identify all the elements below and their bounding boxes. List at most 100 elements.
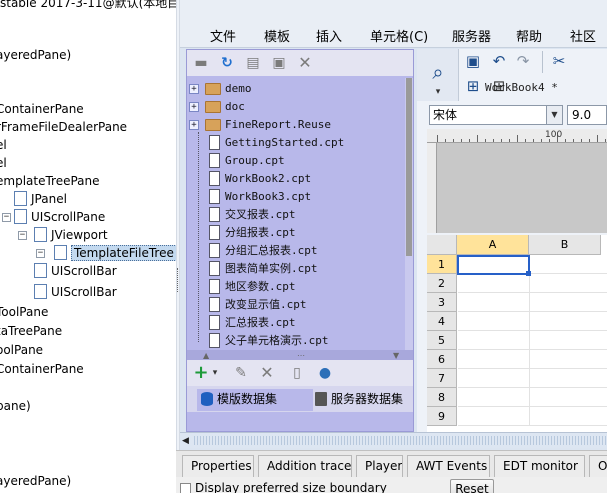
chevron-down-icon[interactable]: ▾: [429, 83, 447, 101]
grid-row[interactable]: [458, 293, 607, 312]
grid-row[interactable]: [458, 274, 607, 293]
tree-node[interactable]: el: [0, 154, 7, 172]
row-header[interactable]: 3: [427, 293, 457, 312]
menu-item[interactable]: 帮助: [516, 26, 542, 45]
tree-node[interactable]: oolPane: [0, 341, 43, 359]
selected-cell[interactable]: [457, 255, 530, 275]
document-icon[interactable]: ▤: [245, 55, 261, 71]
row-header[interactable]: 8: [427, 388, 457, 407]
file-item[interactable]: WorkBook3.cpt: [187, 188, 405, 206]
tree-node[interactable]: JViewport: [34, 226, 108, 244]
inspector-tab[interactable]: Op: [589, 455, 607, 477]
row-header[interactable]: 2: [427, 274, 457, 293]
folder-item[interactable]: + doc: [187, 98, 405, 116]
panel-divider[interactable]: ▲ ⋯ ▼: [187, 350, 413, 360]
chevron-down-icon[interactable]: ▼: [546, 106, 562, 124]
inspector-tab[interactable]: Properties: [182, 455, 254, 477]
inspector-tab[interactable]: Addition trace: [258, 455, 352, 477]
tree-node[interactable]: UIScrollBar: [34, 283, 117, 301]
tree-node[interactable]: pane): [0, 397, 31, 415]
file-item[interactable]: 地区参数.cpt: [187, 278, 405, 296]
spreadsheet-grid[interactable]: A B 123456789: [427, 235, 607, 432]
row-header[interactable]: 6: [427, 350, 457, 369]
grid-row[interactable]: [458, 388, 607, 407]
column-header-b[interactable]: B: [529, 235, 601, 255]
tree-node[interactable]: ayeredPane): [0, 472, 71, 490]
tree-node[interactable]: el: [0, 136, 7, 154]
folder-item[interactable]: + demo: [187, 80, 405, 98]
grid-row[interactable]: [458, 350, 607, 369]
collapse-down-icon[interactable]: ▼: [393, 351, 399, 360]
preferred-size-checkbox[interactable]: [180, 483, 191, 493]
inspector-tab[interactable]: Player: [356, 455, 403, 477]
cut-icon[interactable]: ✂: [550, 52, 568, 70]
collapse-icon[interactable]: −: [18, 231, 27, 240]
grid-row[interactable]: [458, 331, 607, 350]
redo-icon[interactable]: ↷: [514, 52, 532, 70]
font-size-field[interactable]: 9.0: [567, 105, 607, 125]
file-item[interactable]: 交叉报表.cpt: [187, 206, 405, 224]
grid-corner[interactable]: [427, 235, 457, 255]
tab-template-dataset[interactable]: 模版数据集: [197, 389, 313, 411]
chevron-down-icon[interactable]: ▾: [207, 365, 223, 381]
grid-row[interactable]: [458, 312, 607, 331]
component-tree[interactable]: stable 2017-3-11@默认(本地目 ayeredPane) Conta…: [0, 0, 176, 493]
file-item[interactable]: 汇总报表.cpt: [187, 314, 405, 332]
open-folder-icon[interactable]: ▬: [193, 55, 209, 71]
menu-item[interactable]: 模板: [264, 26, 290, 45]
tree-node[interactable]: ToolPane: [0, 303, 48, 321]
expand-icon[interactable]: +: [189, 120, 199, 130]
menu-item[interactable]: 服务器: [452, 26, 491, 45]
file-item[interactable]: Group.cpt: [187, 152, 405, 170]
save-icon[interactable]: ▣: [464, 52, 482, 70]
tree-node[interactable]: JPanel: [14, 190, 67, 208]
horizontal-scrollbar[interactable]: ◀: [180, 432, 607, 448]
tab-workbook[interactable]: WorkBook4 *: [485, 77, 558, 99]
scrollbar-thumb[interactable]: [406, 78, 412, 256]
row-header[interactable]: 5: [427, 331, 457, 350]
delete-icon[interactable]: ✕: [297, 55, 313, 71]
row-header[interactable]: 9: [427, 407, 457, 426]
file-item[interactable]: 分组汇总报表.cpt: [187, 242, 405, 260]
file-item[interactable]: 分组报表.cpt: [187, 224, 405, 242]
tree-node[interactable]: ayeredPane): [0, 46, 71, 64]
tree-node[interactable]: UIScrollBar: [34, 262, 117, 280]
font-name-select[interactable]: 宋体 ▼: [429, 105, 563, 125]
tree-node[interactable]: taTreePane: [0, 322, 62, 340]
edit-icon[interactable]: ✎: [233, 365, 249, 381]
collapse-up-icon[interactable]: ▲: [203, 351, 209, 360]
file-item[interactable]: GettingStarted.cpt: [187, 134, 405, 152]
fill-handle[interactable]: [526, 271, 531, 276]
folder-item[interactable]: + FineReport.Reuse: [187, 116, 405, 134]
file-item[interactable]: 改变显示值.cpt: [187, 296, 405, 314]
collapse-icon[interactable]: −: [2, 213, 11, 222]
tree-root-label[interactable]: stable 2017-3-11@默认(本地目: [0, 0, 176, 12]
database-connect-icon[interactable]: ●: [317, 365, 333, 381]
tree-node[interactable]: TemplateFileTree: [54, 244, 176, 262]
menu-item[interactable]: 文件: [210, 26, 236, 45]
file-item[interactable]: 图表简单实例.cpt: [187, 260, 405, 278]
tree-node[interactable]: ContainerPane: [0, 360, 84, 378]
inspector-tab[interactable]: AWT Events: [407, 455, 490, 477]
row-header[interactable]: 1: [427, 255, 457, 274]
column-header-a[interactable]: A: [457, 235, 529, 255]
scroll-left-icon[interactable]: ◀: [182, 436, 189, 446]
tree-node[interactable]: emplateTreePane: [0, 172, 100, 190]
menu-item[interactable]: 插入: [316, 26, 342, 45]
insert-table-icon[interactable]: ⊞: [464, 77, 482, 95]
menu-item[interactable]: 单元格(C): [370, 26, 428, 45]
file-item[interactable]: WorkBook2.cpt: [187, 170, 405, 188]
grid-row[interactable]: [458, 407, 607, 426]
tree-node[interactable]: ContainerPane: [0, 100, 84, 118]
row-header[interactable]: 4: [427, 312, 457, 331]
lock-icon[interactable]: ▣: [271, 55, 287, 71]
scrollbar-track[interactable]: [194, 436, 607, 445]
inspector-tab[interactable]: EDT monitor: [494, 455, 585, 477]
file-list-scrollbar[interactable]: [405, 78, 413, 350]
expand-icon[interactable]: +: [189, 84, 199, 94]
template-file-tree[interactable]: + demo + doc + FineReport.Reuse GettingStarted…: [187, 78, 405, 350]
file-item[interactable]: 父子单元格演示.cpt: [187, 332, 405, 350]
tab-server-dataset[interactable]: 服务器数据集: [311, 389, 413, 411]
remove-dataset-icon[interactable]: ✕: [259, 365, 275, 381]
grid-row[interactable]: [458, 369, 607, 388]
